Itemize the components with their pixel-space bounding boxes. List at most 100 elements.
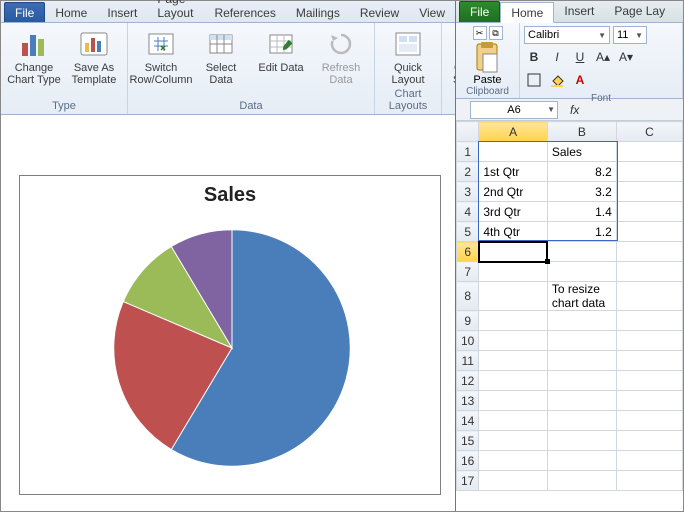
cell-A5[interactable]: 4th Qtr [479,222,548,242]
cut-icon[interactable]: ✂ [473,26,487,40]
cell-C4[interactable] [616,202,682,222]
column-header-C[interactable]: C [616,122,682,142]
row-header-7[interactable]: 7 [457,262,479,282]
cell-A4[interactable]: 3rd Qtr [479,202,548,222]
cell-C8[interactable] [616,282,682,311]
row-header-16[interactable]: 16 [457,451,479,471]
cell-C13[interactable] [616,391,682,411]
cell-B9[interactable] [547,311,616,331]
cell-A15[interactable] [479,431,548,451]
excel-tab-home[interactable]: Home [500,2,554,23]
cell-B14[interactable] [547,411,616,431]
copy-icon[interactable]: ⧉ [489,26,503,40]
cell-B8[interactable]: To resize chart data [547,282,616,311]
italic-button[interactable]: I [547,47,567,67]
row-header-9[interactable]: 9 [457,311,479,331]
borders-button[interactable] [524,70,544,90]
cell-B16[interactable] [547,451,616,471]
cell-B15[interactable] [547,431,616,451]
row-header-14[interactable]: 14 [457,411,479,431]
cell-C16[interactable] [616,451,682,471]
cell-C14[interactable] [616,411,682,431]
change-chart-type-button[interactable]: Change Chart Type [7,26,61,86]
font-size-combo[interactable]: 11▼ [613,26,647,44]
cell-C9[interactable] [616,311,682,331]
chart-title[interactable]: Sales [20,184,440,207]
cell-C6[interactable] [616,242,682,262]
tab-insert[interactable]: Insert [97,3,147,22]
row-header-11[interactable]: 11 [457,351,479,371]
name-box[interactable]: A6▼ [470,101,558,119]
fill-color-button[interactable] [547,70,567,90]
font-color-button[interactable]: A [570,70,590,90]
row-header-1[interactable]: 1 [457,142,479,162]
row-header-12[interactable]: 12 [457,371,479,391]
cell-B17[interactable] [547,471,616,491]
row-header-13[interactable]: 13 [457,391,479,411]
cell-A10[interactable] [479,331,548,351]
row-header-8[interactable]: 8 [457,282,479,311]
cell-A13[interactable] [479,391,548,411]
cell-B12[interactable] [547,371,616,391]
cell-B7[interactable] [547,262,616,282]
cell-A6[interactable] [479,242,548,262]
cell-A7[interactable] [479,262,548,282]
spreadsheet-grid[interactable]: ABC1Sales21st Qtr8.232nd Qtr3.243rd Qtr1… [456,121,683,491]
tab-home[interactable]: Home [45,3,97,22]
excel-tab-page-layout[interactable]: Page Lay [604,1,675,22]
document-area[interactable]: Sales [1,115,455,511]
tab-page-layout[interactable]: Page Layout [147,0,204,22]
row-header-17[interactable]: 17 [457,471,479,491]
bold-button[interactable]: B [524,47,544,67]
edit-data-button[interactable]: Edit Data [254,26,308,74]
column-header-B[interactable]: B [547,122,616,142]
cell-C17[interactable] [616,471,682,491]
refresh-data-button[interactable]: Refresh Data [314,26,368,86]
pie-chart[interactable] [106,222,358,474]
cell-B6[interactable] [547,242,616,262]
select-data-button[interactable]: Select Data [194,26,248,86]
fx-icon[interactable]: fx [570,103,579,117]
cell-B13[interactable] [547,391,616,411]
cell-C15[interactable] [616,431,682,451]
cell-A2[interactable]: 1st Qtr [479,162,548,182]
quick-layout-button[interactable]: Quick Layout [381,26,435,86]
cell-C11[interactable] [616,351,682,371]
row-header-10[interactable]: 10 [457,331,479,351]
cell-A9[interactable] [479,311,548,331]
tab-references[interactable]: References [204,3,285,22]
row-header-4[interactable]: 4 [457,202,479,222]
cell-B1[interactable]: Sales [547,142,616,162]
cell-A14[interactable] [479,411,548,431]
cell-C7[interactable] [616,262,682,282]
cell-B4[interactable]: 1.4 [547,202,616,222]
save-as-template-button[interactable]: Save As Template [67,26,121,86]
underline-button[interactable]: U [570,47,590,67]
cell-A12[interactable] [479,371,548,391]
excel-tab-file[interactable]: File [459,1,500,22]
row-header-5[interactable]: 5 [457,222,479,242]
font-name-combo[interactable]: Calibri▼ [524,26,610,44]
row-header-6[interactable]: 6 [457,242,479,262]
cell-C3[interactable] [616,182,682,202]
cell-C10[interactable] [616,331,682,351]
cell-C5[interactable] [616,222,682,242]
chart-object[interactable]: Sales [19,175,441,495]
cell-A17[interactable] [479,471,548,491]
row-header-15[interactable]: 15 [457,431,479,451]
row-header-2[interactable]: 2 [457,162,479,182]
cell-A16[interactable] [479,451,548,471]
font-increase-button[interactable]: A▴ [593,47,613,67]
tab-review[interactable]: Review [350,3,409,22]
cell-A1[interactable] [479,142,548,162]
cell-A3[interactable]: 2nd Qtr [479,182,548,202]
tab-file[interactable]: File [4,2,45,22]
select-all-corner[interactable] [457,122,479,142]
cell-B2[interactable]: 8.2 [547,162,616,182]
tab-view[interactable]: View [409,3,455,22]
excel-tab-insert[interactable]: Insert [554,1,604,22]
cell-B5[interactable]: 1.2 [547,222,616,242]
paste-button[interactable] [471,40,505,74]
cell-C12[interactable] [616,371,682,391]
tab-mailings[interactable]: Mailings [286,3,350,22]
